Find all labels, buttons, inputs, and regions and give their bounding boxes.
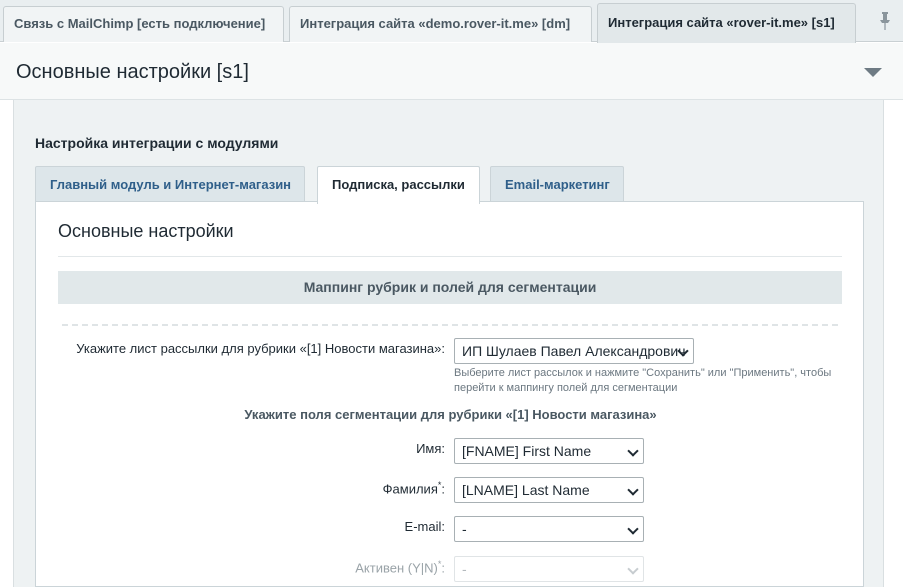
chevron-down-icon (621, 439, 643, 463)
mailing-list-hint-line1: Выберите лист рассылок и нажмите "Сохран… (454, 367, 832, 379)
settings-card: Основные настройки Маппинг рубрик и поле… (35, 201, 864, 587)
mailing-list-value: ИП Шулаев Павел Александрович (462, 343, 686, 359)
active-label: Активен (Y|N)*: (355, 559, 445, 575)
last-name-label: Фамилия*: (383, 480, 445, 496)
tab-main-module-shop[interactable]: Главный модуль и Интернет-магазин (35, 166, 305, 202)
divider (58, 256, 842, 257)
label-suffix: : (441, 560, 445, 576)
top-tab-bar: Связь с MailChimp [есть подключение] Инт… (0, 0, 903, 43)
last-name-value: [LNAME] Last Name (462, 482, 590, 498)
mailing-list-select[interactable]: ИП Шулаев Павел Александрович (454, 338, 694, 364)
card-title: Основные настройки (58, 221, 234, 241)
email-label: E-mail: (404, 519, 445, 534)
mapping-heading: Маппинг рубрик и полей для сегментации (58, 271, 842, 304)
section-title: Основные настройки [s1] (16, 61, 249, 83)
active-label-text: Активен (Y|N) (355, 560, 438, 576)
active-value: - (462, 561, 467, 577)
active-select: - (454, 556, 644, 582)
first-name-select[interactable]: [FNAME] First Name (454, 438, 644, 464)
tab-integration-main[interactable]: Интеграция сайта «rover-it.me» [s1] (597, 3, 856, 43)
label-suffix: : (441, 481, 445, 497)
chevron-down-icon (621, 517, 643, 541)
last-name-select[interactable]: [LNAME] Last Name (454, 477, 644, 503)
tab-subscriptions[interactable]: Подписка, рассылки (317, 166, 480, 204)
tab-mailchimp-connection[interactable]: Связь с MailChimp [есть подключение] (3, 6, 284, 42)
pin-icon[interactable] (879, 12, 891, 30)
chevron-down-icon[interactable] (864, 68, 882, 77)
tab-email-marketing[interactable]: Email-маркетинг (490, 166, 624, 202)
module-settings-area: Настройка интеграции с модулями Главный … (13, 100, 884, 587)
last-name-label-text: Фамилия (382, 481, 438, 497)
tab-integration-demo[interactable]: Интеграция сайта «demo.rover-it.me» [dm] (289, 6, 592, 42)
first-name-value: [FNAME] First Name (462, 443, 592, 459)
mailing-list-label: Укажите лист рассылки для рубрики «[1] Н… (76, 341, 445, 356)
dashed-divider (62, 324, 838, 326)
email-value: - (462, 521, 467, 537)
chevron-down-icon (621, 557, 643, 581)
mailing-list-hint-line2: перейти к маппингу полей для сегментации (454, 382, 678, 394)
module-settings-title: Настройка интеграции с модулями (35, 135, 279, 151)
email-select[interactable]: - (454, 516, 644, 542)
chevron-down-icon (621, 478, 643, 502)
section-header: Основные настройки [s1] (0, 43, 903, 100)
segmentation-title: Укажите поля сегментации для рубрики «[1… (244, 407, 657, 422)
chevron-down-icon (671, 339, 693, 363)
first-name-label: Имя: (416, 441, 445, 456)
